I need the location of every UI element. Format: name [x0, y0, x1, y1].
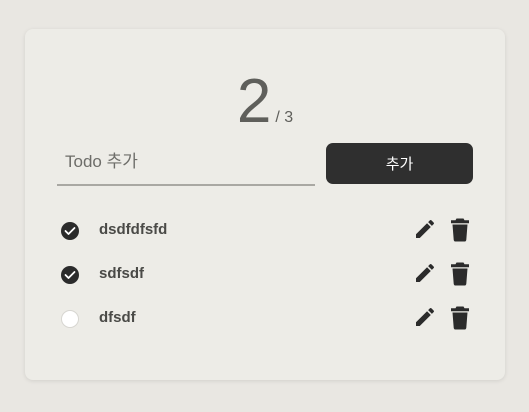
- todo-list: dsdfdfsfd sdfsdf dfsdf: [25, 211, 505, 343]
- todo-text: dfsdf: [99, 309, 136, 326]
- todo-item: dsdfdfsfd: [25, 211, 505, 255]
- progress-counter: 2/ 3: [25, 69, 505, 135]
- done-count: 2: [236, 67, 272, 136]
- todo-checkbox-checked[interactable]: [61, 222, 79, 240]
- trash-icon: [451, 306, 469, 330]
- edit-button[interactable]: [413, 305, 437, 331]
- todo-input[interactable]: [57, 142, 315, 182]
- delete-button[interactable]: [448, 305, 472, 331]
- delete-button[interactable]: [448, 261, 472, 287]
- delete-button[interactable]: [448, 217, 472, 243]
- todo-checkbox-checked[interactable]: [61, 266, 79, 284]
- edit-button[interactable]: [413, 217, 437, 243]
- edit-button[interactable]: [413, 261, 437, 287]
- pencil-icon: [416, 307, 435, 326]
- trash-icon: [451, 218, 469, 242]
- check-icon: [64, 227, 76, 235]
- todo-card: 2/ 3 추가 dsdfdfsfd: [25, 29, 505, 380]
- todo-input-wrapper: [57, 142, 315, 186]
- trash-icon: [451, 262, 469, 286]
- pencil-icon: [416, 263, 435, 282]
- todo-item: dfsdf: [25, 299, 505, 343]
- total-count: / 3: [275, 109, 294, 126]
- add-button[interactable]: 추가: [326, 143, 473, 184]
- todo-text: sdfsdf: [99, 265, 144, 282]
- todo-item: sdfsdf: [25, 255, 505, 299]
- todo-text: dsdfdfsfd: [99, 221, 168, 238]
- todo-checkbox-unchecked[interactable]: [61, 310, 79, 328]
- check-icon: [64, 271, 76, 279]
- pencil-icon: [416, 219, 435, 238]
